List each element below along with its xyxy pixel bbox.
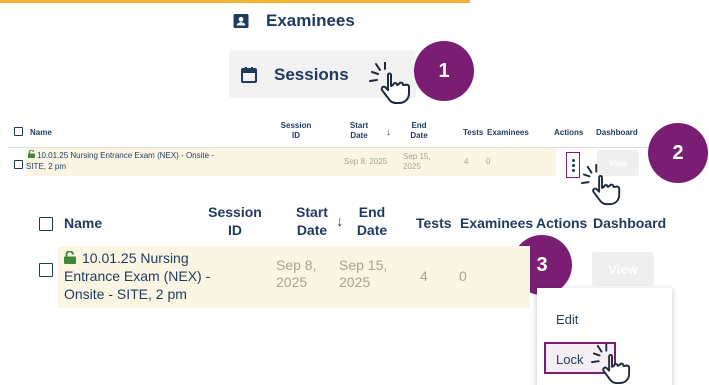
row-checkbox[interactable]	[14, 160, 23, 169]
menu-item-lock[interactable]: Lock	[556, 352, 583, 367]
kebab-dot-icon	[571, 158, 575, 162]
col-session-id: Session ID	[280, 121, 312, 140]
id-badge-icon	[233, 14, 249, 28]
row-name-line-1: 10.01.25 Nursing Entrance Exam (NEX) - O…	[37, 151, 214, 160]
col-session-id: Session ID	[208, 204, 262, 238]
nav-item-examinees[interactable]: Examinees	[232, 8, 355, 34]
sort-arrow-icon[interactable]: ↓	[386, 127, 391, 139]
col-examinees: Examinees	[460, 215, 534, 231]
row-end-date: Sep 15, 2025	[339, 257, 388, 290]
nav-label-examinees: Examinees	[266, 11, 355, 30]
row-name-line-1: 10.01.25 Nursing	[82, 250, 189, 266]
col-examinees: Examinees	[487, 128, 529, 137]
top-accent-bar	[0, 0, 470, 3]
col-dashboard: Dashboard	[593, 215, 667, 231]
row-start-date: Sep 8, 2025	[276, 257, 317, 290]
lock-open-icon	[28, 150, 35, 158]
col-tests: Tests	[416, 215, 452, 231]
nav-label-sessions: Sessions	[274, 65, 349, 84]
select-all-checkbox[interactable]	[39, 217, 53, 231]
row-checkbox[interactable]	[39, 263, 53, 277]
table-row[interactable]: 10.01.25 Nursing Entrance Exam (NEX) - O…	[26, 148, 556, 176]
menu-item-edit[interactable]: Edit	[556, 312, 578, 327]
row-tests: 4	[420, 268, 428, 284]
row-name-line-2: SITE, 2 pm	[26, 162, 67, 171]
pointer-click-icon	[369, 62, 410, 104]
kebab-dot-icon	[571, 168, 575, 172]
calendar-icon	[241, 67, 257, 83]
row-name-line-2: Entrance Exam (NEX) -	[64, 268, 211, 284]
row-examinees: 0	[459, 268, 467, 284]
pointer-click-icon	[591, 344, 631, 384]
step-badge-1: 1	[414, 41, 474, 101]
col-actions: Actions	[536, 215, 588, 231]
row-start-date: Sep 8, 2025	[344, 157, 388, 166]
lock-open-icon	[64, 251, 76, 264]
view-dashboard-button[interactable]: View	[592, 252, 654, 286]
sort-arrow-icon[interactable]: ↓	[336, 213, 344, 232]
col-actions: Actions	[554, 128, 584, 137]
col-start-date[interactable]: Start Date	[344, 121, 374, 140]
select-all-checkbox[interactable]	[14, 127, 23, 136]
row-name-line-3: Onsite - SITE, 2 pm	[64, 286, 187, 302]
col-end-date: End Date	[410, 121, 428, 140]
col-start-date[interactable]: Start Date	[292, 204, 332, 239]
row-tests: 4	[464, 157, 469, 166]
row-actions-menu-button[interactable]	[566, 152, 580, 178]
sessions-table-compact: Name Session ID Start Date ↓ End Date Tests…	[8, 118, 648, 176]
table-header: Name Session ID Start Date ↓ End Date Tests…	[8, 118, 648, 148]
nav-item-sessions[interactable]: Sessions	[240, 62, 349, 88]
step-badge-2: 2	[648, 123, 708, 183]
row-end-date: Sep 15, 2025	[403, 152, 431, 171]
col-dashboard: Dashboard	[596, 128, 638, 137]
col-end-date: End Date	[356, 204, 388, 238]
col-name: Name	[64, 215, 103, 231]
row-examinees: 0	[486, 157, 491, 166]
table-row[interactable]: 10.01.25 Nursing Entrance Exam (NEX) - O…	[58, 246, 530, 308]
kebab-dot-icon	[571, 163, 575, 167]
col-name: Name	[30, 128, 52, 137]
col-tests: Tests	[463, 128, 484, 137]
pointer-click-icon	[580, 164, 621, 206]
